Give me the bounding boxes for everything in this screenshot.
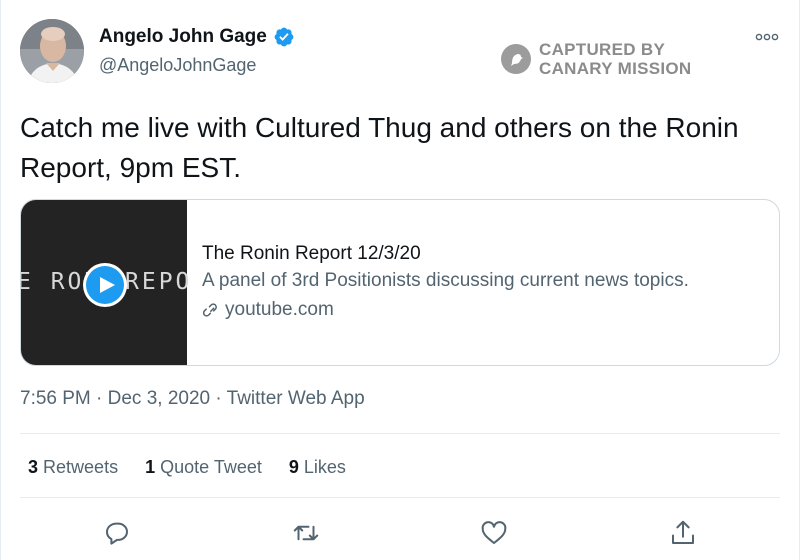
watermark-text: CAPTURED BY CANARY MISSION	[539, 40, 692, 78]
retweets-count: 3	[28, 457, 39, 477]
author-display-name[interactable]: Angelo John Gage	[99, 26, 267, 48]
avatar-image	[20, 19, 84, 83]
quote-tweets-label: Quote Tweet	[160, 457, 262, 477]
quote-tweets-stat[interactable]: 1 Quote Tweet	[145, 457, 262, 478]
link-preview-card[interactable]: E RON REPO The Ronin Report 12/3/20 A pa…	[20, 199, 780, 366]
more-options-icon[interactable]	[753, 28, 781, 46]
card-description: A panel of 3rd Positionists discussing c…	[202, 270, 689, 291]
retweet-icon[interactable]	[291, 518, 321, 548]
retweets-label: Retweets	[43, 457, 119, 477]
play-button[interactable]	[83, 263, 127, 307]
card-body[interactable]: The Ronin Report 12/3/20 A panel of 3rd …	[202, 241, 689, 324]
tweet-text: Catch me live with Cultured Thug and oth…	[20, 112, 739, 183]
like-icon[interactable]	[479, 518, 509, 548]
divider	[20, 433, 780, 434]
thumbnail-text-right: REPO	[125, 269, 193, 295]
watermark-line1: CAPTURED BY	[539, 40, 666, 59]
canary-bird-icon	[501, 44, 531, 74]
divider	[20, 497, 780, 498]
engagement-stats: 3 Retweets 1 Quote Tweet 9 Likes	[28, 457, 373, 478]
likes-stat[interactable]: 9 Likes	[289, 457, 346, 478]
author-name-row[interactable]: Angelo John Gage	[99, 26, 295, 48]
likes-count: 9	[288, 457, 299, 477]
tweet-container: Angelo John Gage @AngeloJohnGage CAPTURE…	[0, 0, 800, 560]
verified-badge-icon	[273, 26, 295, 48]
action-bar	[1, 512, 800, 552]
share-icon[interactable]	[668, 518, 698, 548]
canary-mission-watermark: CAPTURED BY CANARY MISSION	[501, 40, 692, 78]
watermark-line2: CANARY MISSION	[539, 59, 692, 78]
retweets-stat[interactable]: 3 Retweets	[28, 457, 118, 478]
tweet-timestamp[interactable]: 7:56 PM · Dec 3, 2020 · Twitter Web App	[20, 388, 365, 410]
likes-label: Likes	[303, 457, 346, 477]
play-icon	[86, 266, 124, 304]
avatar[interactable]	[20, 19, 84, 83]
card-domain: youtube.com	[202, 296, 689, 324]
card-domain-text: youtube.com	[225, 299, 334, 320]
quote-tweets-count: 1	[145, 457, 156, 477]
card-title: The Ronin Report 12/3/20	[202, 243, 421, 264]
card-thumbnail[interactable]: E RON REPO	[21, 200, 189, 365]
link-icon	[202, 303, 217, 317]
reply-icon[interactable]	[102, 518, 132, 548]
author-handle[interactable]: @AngeloJohnGage	[99, 55, 256, 76]
